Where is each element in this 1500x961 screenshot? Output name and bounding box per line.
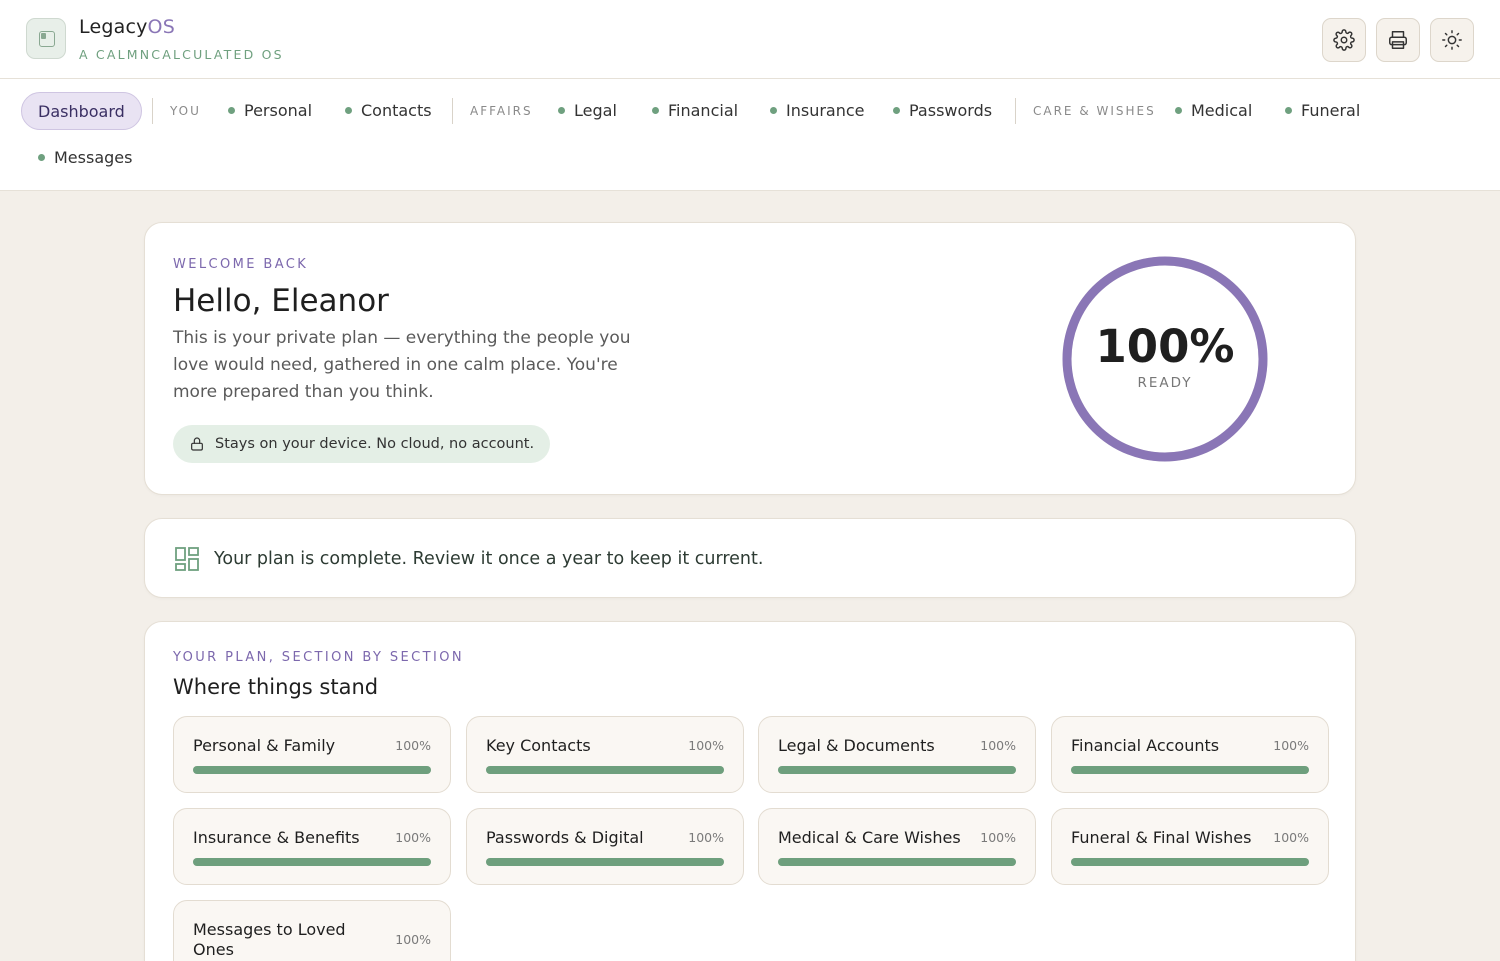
status-dot: [1285, 107, 1292, 114]
section-name: Legal & Documents: [778, 736, 935, 755]
lock-icon: [191, 437, 203, 451]
section-progress-bar: [486, 858, 724, 866]
nav-legal[interactable]: Legal: [558, 92, 617, 130]
section-card-contacts[interactable]: Key Contacts 100%: [466, 716, 744, 793]
app-logo-icon: [26, 18, 66, 59]
section-progress-bar: [1071, 858, 1309, 866]
status-dot: [228, 107, 235, 114]
readiness-ring: 100% READY: [1060, 254, 1270, 464]
section-progress-bar: [1071, 766, 1309, 774]
app-header: LegacyOS A CALMNCALCULATED OS: [0, 0, 1500, 79]
status-dot: [1175, 107, 1182, 114]
section-card-funeral[interactable]: Funeral & Final Wishes 100%: [1051, 808, 1329, 885]
nav-messages[interactable]: Messages: [38, 139, 132, 177]
settings-button[interactable]: [1322, 18, 1366, 62]
section-card-passwords[interactable]: Passwords & Digital 100%: [466, 808, 744, 885]
nav-funeral[interactable]: Funeral: [1285, 92, 1360, 130]
section-progress-bar: [778, 858, 1016, 866]
gear-icon: [1333, 29, 1355, 51]
section-percent: 100%: [980, 830, 1016, 845]
welcome-text: This is your private plan — everything t…: [173, 328, 631, 402]
status-dot: [558, 107, 565, 114]
nav-section-affairs: AFFAIRS: [470, 104, 533, 118]
section-progress-bar: [778, 766, 1016, 774]
status-dot: [345, 107, 352, 114]
section-card-legal[interactable]: Legal & Documents 100%: [758, 716, 1036, 793]
section-percent: 100%: [1273, 738, 1309, 753]
section-percent: 100%: [980, 738, 1016, 753]
section-card-financial[interactable]: Financial Accounts 100%: [1051, 716, 1329, 793]
nav-divider: [1015, 98, 1016, 124]
section-percent: 100%: [395, 738, 431, 753]
grid-icon: [175, 547, 199, 571]
nav-divider: [452, 98, 453, 124]
app-name: LegacyOS: [79, 16, 175, 38]
nav-insurance[interactable]: Insurance: [770, 92, 865, 130]
nav-section-care: CARE & WISHES: [1033, 104, 1156, 118]
section-percent: 100%: [1273, 830, 1309, 845]
section-card-medical[interactable]: Medical & Care Wishes 100%: [758, 808, 1036, 885]
main-nav: Dashboard YOU Personal Contacts AFFAIRS …: [0, 79, 1500, 191]
section-name: Insurance & Benefits: [193, 828, 360, 847]
nav-passwords[interactable]: Passwords: [893, 92, 992, 130]
section-name: Passwords & Digital: [486, 828, 644, 847]
theme-toggle-button[interactable]: [1430, 18, 1474, 62]
section-progress-bar: [193, 766, 431, 774]
section-name: Personal & Family: [193, 736, 336, 755]
sections-card: YOUR PLAN, SECTION BY SECTION Where thin…: [144, 621, 1356, 961]
section-percent: 100%: [395, 932, 431, 947]
section-name: Medical & Care Wishes: [778, 828, 961, 847]
section-name: Funeral & Final Wishes: [1071, 828, 1252, 847]
status-message: Your plan is complete. Review it once a …: [214, 549, 764, 569]
section-percent: 100%: [688, 738, 724, 753]
section-progress-bar: [193, 858, 431, 866]
printer-icon: [1389, 31, 1407, 49]
sections-title: Where things stand: [173, 675, 379, 699]
nav-personal[interactable]: Personal: [228, 92, 312, 130]
section-name: Financial Accounts: [1071, 736, 1220, 755]
readiness-value: 100%: [1095, 320, 1235, 373]
status-dot: [893, 107, 900, 114]
nav-contacts[interactable]: Contacts: [345, 92, 432, 130]
status-dot: [652, 107, 659, 114]
section-card-messages[interactable]: Messages to Loved Ones 100%: [173, 900, 451, 961]
section-percent: 100%: [395, 830, 431, 845]
section-name: Messages to Loved Ones: [193, 920, 346, 959]
page-title: Hello, Eleanor: [173, 283, 389, 319]
nav-dashboard[interactable]: Dashboard: [21, 92, 142, 130]
sun-icon: [1442, 30, 1462, 50]
nav-financial[interactable]: Financial: [652, 92, 738, 130]
status-dot: [38, 154, 45, 161]
nav-section-you: YOU: [170, 104, 201, 118]
welcome-card: WELCOME BACK Hello, Eleanor This is your…: [144, 222, 1356, 495]
nav-medical[interactable]: Medical: [1175, 92, 1252, 130]
section-percent: 100%: [688, 830, 724, 845]
sections-eyebrow: YOUR PLAN, SECTION BY SECTION: [173, 650, 464, 665]
status-card: Your plan is complete. Review it once a …: [144, 518, 1356, 598]
section-progress-bar: [486, 766, 724, 774]
nav-divider: [152, 98, 153, 124]
print-button[interactable]: [1376, 18, 1420, 62]
readiness-label: READY: [1137, 375, 1193, 391]
privacy-badge: Stays on your device. No cloud, no accou…: [173, 425, 551, 463]
welcome-eyebrow: WELCOME BACK: [173, 257, 309, 272]
app-tagline: A CALMNCALCULATED OS: [79, 47, 284, 62]
status-dot: [770, 107, 777, 114]
section-name: Key Contacts: [486, 736, 591, 755]
section-card-personal[interactable]: Personal & Family 100%: [173, 716, 451, 793]
section-card-insurance[interactable]: Insurance & Benefits 100%: [173, 808, 451, 885]
